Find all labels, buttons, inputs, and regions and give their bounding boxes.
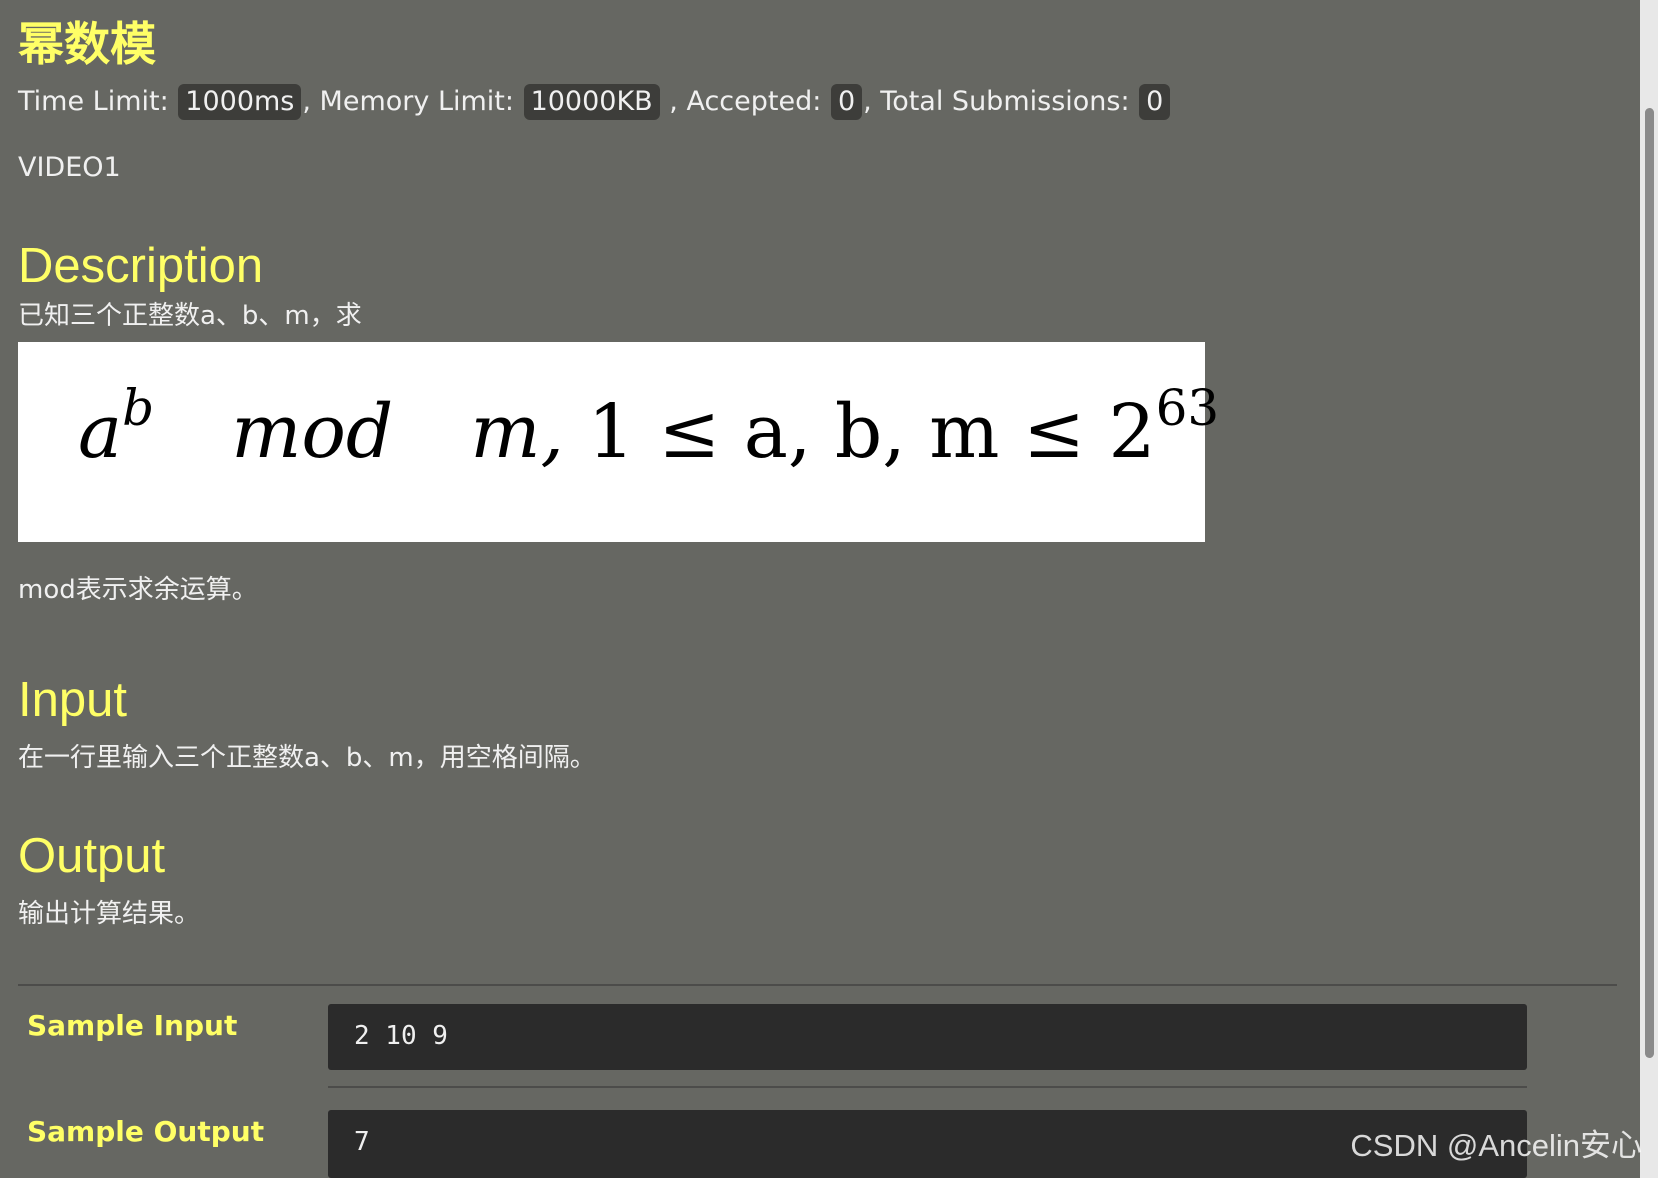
formula-constraint-exp: 63	[1155, 379, 1220, 437]
vertical-scrollbar[interactable]	[1640, 0, 1658, 1178]
sample-input-box[interactable]: 2 10 9	[328, 1004, 1527, 1070]
problem-page: 幂数模 Time Limit: 1000ms, Memory Limit: 10…	[0, 0, 1640, 1178]
watermark: CSDN @Ancelin安心	[1350, 1128, 1642, 1163]
output-heading: Output	[18, 829, 166, 883]
sample-input-label: Sample Input	[27, 1009, 238, 1042]
memory-limit-value: 10000KB	[523, 84, 660, 120]
sample-input-value: 2 10 9	[354, 1021, 448, 1051]
formula-base: a	[78, 389, 123, 475]
formula-exponent: b	[122, 379, 155, 437]
input-text: 在一行里输入三个正整数a、b、m，用空格间隔。	[18, 743, 596, 773]
problem-title: 幂数模	[18, 17, 156, 71]
scrollbar-thumb[interactable]	[1645, 108, 1654, 1058]
total-submissions-label: , Total Submissions:	[863, 86, 1130, 117]
accepted-value: 0	[830, 84, 863, 120]
output-text: 输出计算结果。	[18, 899, 201, 929]
formula-constraint: 1 ≤ a, b, m ≤ 2	[587, 389, 1156, 475]
input-heading: Input	[18, 673, 127, 727]
formula-mod: mod	[231, 389, 394, 475]
sample-output-value: 7	[354, 1127, 370, 1157]
formula: ab mod m, 1 ≤ a, b, m ≤ 263	[78, 382, 1219, 482]
description-intro: 已知三个正整数a、b、m，求	[18, 301, 362, 331]
time-limit-value: 1000ms	[178, 84, 302, 120]
description-heading: Description	[18, 239, 264, 293]
video-link[interactable]: VIDEO1	[18, 150, 121, 186]
sample-divider	[328, 1086, 1527, 1088]
formula-image: ab mod m, 1 ≤ a, b, m ≤ 263	[18, 342, 1219, 542]
problem-limits: Time Limit: 1000ms, Memory Limit: 10000K…	[18, 84, 1171, 120]
section-divider	[18, 984, 1617, 986]
memory-limit-label: , Memory Limit:	[302, 86, 514, 117]
total-submissions-value: 0	[1139, 84, 1171, 120]
sample-output-box[interactable]: 7	[328, 1110, 1527, 1178]
time-limit-label: Time Limit:	[18, 86, 169, 117]
accepted-label: , Accepted:	[669, 86, 822, 117]
description-note: mod表示求余运算。	[18, 575, 258, 605]
sample-output-label: Sample Output	[27, 1115, 265, 1148]
formula-mod-var: m,	[470, 389, 565, 475]
